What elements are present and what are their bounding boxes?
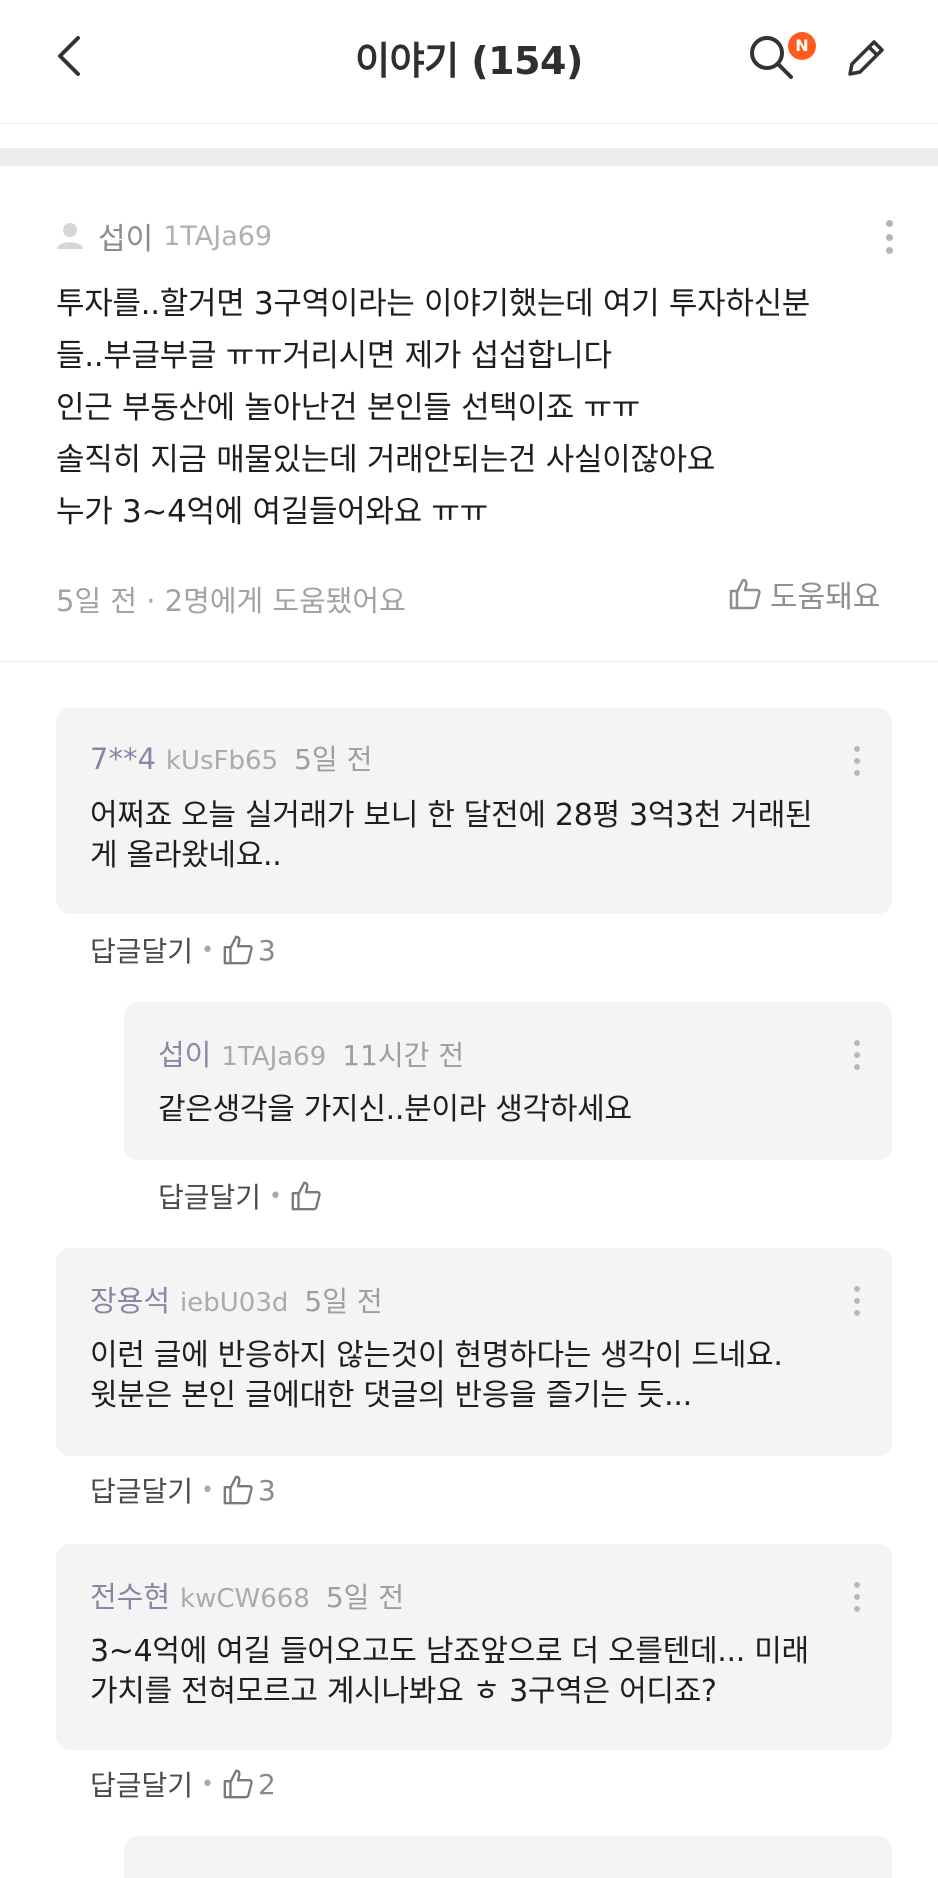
like-count: 3 bbox=[258, 1473, 276, 1507]
like-count: 2 bbox=[258, 1767, 276, 1801]
post-line: 인근 부동산에 놀아난건 본인들 선택이죠 ㅠㅠ bbox=[56, 390, 640, 426]
comment-line: 3~4억에 여길 들어오고도 남죠앞으로 더 오를텐데... 미래 bbox=[90, 1634, 809, 1669]
comment-time: 11시간 전 bbox=[342, 1039, 465, 1072]
reply-button[interactable]: 답글달기 bbox=[158, 1176, 261, 1216]
comment-line: 어쩌죠 오늘 실거래가 보니 한 달전에 28평 3억3천 거래된 bbox=[90, 798, 813, 833]
comment-more-icon[interactable] bbox=[854, 1582, 862, 1612]
separator-dot: • bbox=[201, 1477, 215, 1503]
comment-line: 윗분은 본인 글에대한 댓글의 반응을 즐기는 듯... bbox=[90, 1378, 692, 1413]
comment-body: 이런 글에 반응하지 않는것이 현명하다는 생각이 드네요. 윗분은 본인 글에… bbox=[90, 1336, 783, 1416]
reply-button[interactable]: 답글달기 bbox=[90, 930, 193, 970]
comment: 7**4 kUsFb65 5일 전 어쩌죠 오늘 실거래가 보니 한 달전에 2… bbox=[56, 708, 892, 914]
reply-comment: 섭이 1TAJa69 11시간 전 같은생각을 가지신..분이라 생각하세요 bbox=[124, 1002, 892, 1160]
reply-button[interactable]: 답글달기 bbox=[90, 1764, 193, 1804]
comment-line: 이런 글에 반응하지 않는것이 현명하다는 생각이 드네요. bbox=[90, 1338, 783, 1373]
person-icon bbox=[57, 223, 83, 249]
comment-body: 어쩌죠 오늘 실거래가 보니 한 달전에 28평 3억3천 거래된 게 올라왔네… bbox=[90, 796, 813, 876]
pencil-icon[interactable] bbox=[842, 34, 890, 82]
comment-header: 7**4 kUsFb65 5일 전 bbox=[90, 738, 372, 778]
reply-button[interactable]: 답글달기 bbox=[90, 1470, 193, 1510]
comment-actions: 답글달기 • 2 bbox=[90, 1764, 276, 1804]
search-icon[interactable] bbox=[748, 34, 794, 80]
post-author-name[interactable]: 섭이 bbox=[98, 214, 153, 258]
reply-comment-partial bbox=[124, 1836, 892, 1878]
comment-actions: 답글달기 • bbox=[158, 1176, 326, 1216]
post-line: 솔직히 지금 매물있는데 거래안되는건 사실이잖아요 bbox=[56, 442, 716, 478]
comment-actions: 답글달기 • 3 bbox=[90, 930, 276, 970]
comment-author-name[interactable]: 장용석 bbox=[90, 1278, 170, 1320]
comment-line: 게 올라왔네요.. bbox=[90, 838, 282, 873]
comment-more-icon[interactable] bbox=[854, 1040, 862, 1070]
separator-dot: • bbox=[201, 937, 215, 963]
comment-body: 같은생각을 가지신..분이라 생각하세요 bbox=[158, 1090, 632, 1130]
post-line: 투자를..할거면 3구역이라는 이야기했는데 여기 투자하신분 bbox=[56, 286, 811, 322]
helpful-button[interactable]: 도움돼요 bbox=[728, 572, 880, 616]
post-line: 누가 3~4억에 여길들어와요 ㅠㅠ bbox=[56, 494, 488, 530]
comment-time: 5일 전 bbox=[325, 1581, 405, 1614]
post-author: 섭이 1TAJa69 bbox=[56, 214, 273, 258]
post-author-id: 1TAJa69 bbox=[163, 220, 273, 252]
comment-time: 5일 전 bbox=[304, 1285, 383, 1318]
comment-author-name[interactable]: 전수현 bbox=[90, 1574, 170, 1616]
post-more-icon[interactable] bbox=[886, 220, 894, 254]
post-meta: 5일 전 · 2명에게 도움됐어요 bbox=[56, 584, 406, 618]
thumbs-up-icon[interactable] bbox=[222, 1474, 254, 1506]
comment-header: 섭이 1TAJa69 11시간 전 bbox=[158, 1032, 464, 1072]
comment-body: 3~4억에 여길 들어오고도 남죠앞으로 더 오를텐데... 미래 가치를 전혀… bbox=[90, 1632, 809, 1712]
helpful-label: 도움돼요 bbox=[770, 580, 881, 615]
comment: 장용석 iebU03d 5일 전 이런 글에 반응하지 않는것이 현명하다는 생… bbox=[56, 1248, 892, 1456]
thumbs-up-icon[interactable] bbox=[222, 1768, 254, 1800]
comment-author-id: kUsFb65 bbox=[165, 746, 279, 776]
main-post: 섭이 1TAJa69 투자를..할거면 3구역이라는 이야기했는데 여기 투자하… bbox=[0, 166, 938, 662]
section-divider bbox=[0, 148, 938, 166]
comment-header: 전수현 kwCW668 5일 전 bbox=[90, 1574, 404, 1614]
comment-more-icon[interactable] bbox=[854, 746, 862, 776]
separator-dot: • bbox=[201, 1771, 215, 1797]
post-body: 투자를..할거면 3구역이라는 이야기했는데 여기 투자하신분 들..부글부글 … bbox=[56, 278, 896, 538]
comment-more-icon[interactable] bbox=[854, 1286, 862, 1316]
comment-author-id: iebU03d bbox=[180, 1288, 289, 1318]
comment-time: 5일 전 bbox=[294, 743, 373, 776]
comment-author-name[interactable]: 7**4 bbox=[90, 742, 156, 776]
thumbs-up-icon[interactable] bbox=[290, 1180, 322, 1212]
thumbs-up-icon[interactable] bbox=[222, 934, 254, 966]
comment-line: 가치를 전혀모르고 계시나봐요 ㅎ 3구역은 어디죠? bbox=[90, 1674, 717, 1709]
separator-dot: • bbox=[269, 1183, 283, 1209]
like-count: 3 bbox=[258, 933, 276, 967]
comment-line: 같은생각을 가지신..분이라 생각하세요 bbox=[158, 1092, 632, 1127]
comment-actions: 답글달기 • 3 bbox=[90, 1470, 276, 1510]
app-header: 이야기 (154) N bbox=[0, 0, 938, 124]
comment-author-id: 1TAJa69 bbox=[221, 1042, 327, 1072]
new-badge: N bbox=[788, 32, 816, 60]
comment-author-id: kwCW668 bbox=[180, 1584, 310, 1614]
post-line: 들..부글부글 ㅠㅠ거리시면 제가 섭섭합니다 bbox=[56, 338, 612, 374]
comment: 전수현 kwCW668 5일 전 3~4억에 여길 들어오고도 남죠앞으로 더 … bbox=[56, 1544, 892, 1750]
thumbs-up-icon bbox=[729, 578, 761, 610]
comment-header: 장용석 iebU03d 5일 전 bbox=[90, 1278, 383, 1318]
comment-author-name[interactable]: 섭이 bbox=[158, 1032, 211, 1074]
